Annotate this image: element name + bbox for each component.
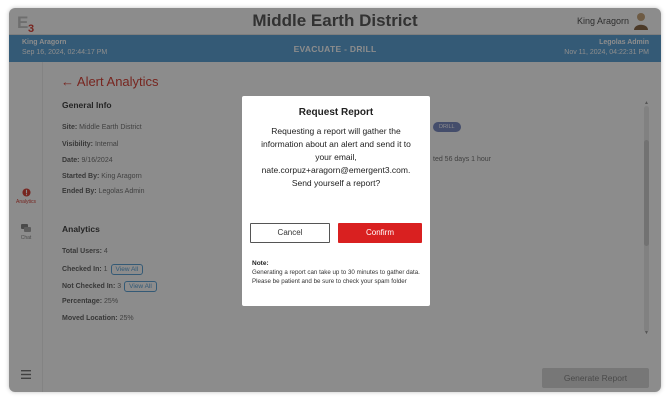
cancel-button[interactable]: Cancel xyxy=(250,223,330,243)
dialog-message: Requesting a report will gather the info… xyxy=(261,126,411,188)
dialog-note-heading: Note: xyxy=(252,260,269,267)
app-window: E 3 Middle Earth District King Aragorn K… xyxy=(9,8,661,392)
dialog-note-text: Generating a report can take up to 30 mi… xyxy=(252,269,420,285)
request-report-dialog: Request Report Requesting a report will … xyxy=(242,96,430,306)
confirm-button[interactable]: Confirm xyxy=(338,223,422,243)
dialog-title: Request Report xyxy=(298,107,374,118)
